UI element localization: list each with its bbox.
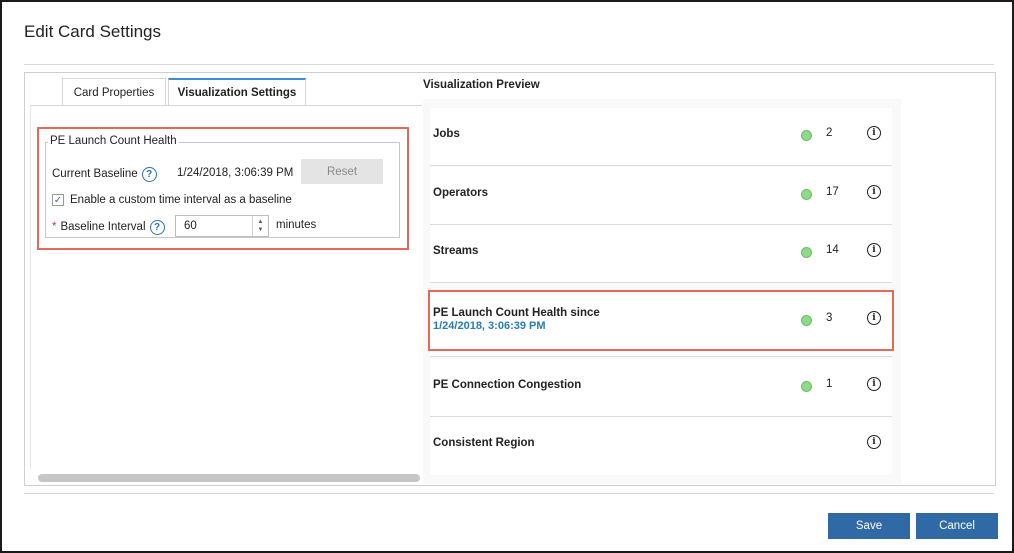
card-count: 2 — [826, 127, 833, 139]
list-item: Operators 17 i — [430, 167, 892, 225]
card-label: PE Connection Congestion — [433, 379, 582, 391]
cancel-button[interactable]: Cancel — [916, 513, 998, 539]
stepper-down-icon[interactable]: ▼ — [258, 226, 264, 234]
reset-button[interactable]: Reset — [301, 159, 383, 184]
current-baseline-row: Current Baseline ? — [52, 162, 157, 186]
info-icon[interactable]: i — [867, 377, 881, 391]
custom-interval-checkbox[interactable]: ✓ — [52, 194, 64, 206]
list-item: PE Connection Congestion 1 i — [430, 359, 892, 417]
highlight-box — [428, 290, 894, 351]
save-button[interactable]: Save — [828, 513, 910, 539]
card-count: 1 — [826, 378, 833, 390]
help-icon[interactable]: ? — [141, 166, 157, 182]
card-label: Operators — [433, 187, 488, 199]
custom-interval-label[interactable]: Enable a custom time interval as a basel… — [70, 194, 292, 206]
list-item: Streams 14 i — [430, 225, 892, 283]
card-label: Streams — [433, 245, 479, 257]
dialog-content: Card Properties Visualization Settings P… — [24, 72, 996, 486]
edit-card-settings-dialog: Edit Card Settings Card Properties Visua… — [0, 0, 1014, 553]
tab-card-properties[interactable]: Card Properties — [62, 78, 166, 106]
baseline-interval-row: * Baseline Interval ? — [52, 216, 165, 238]
baseline-interval-label: Baseline Interval — [60, 221, 146, 233]
preview-title: Visualization Preview — [423, 79, 540, 91]
baseline-interval-input[interactable]: 60 ▲ ▼ — [175, 215, 269, 237]
status-indicator-icon — [801, 381, 812, 392]
dialog-title: Edit Card Settings — [24, 22, 162, 41]
settings-pane: Card Properties Visualization Settings P… — [30, 78, 422, 482]
card-count: 17 — [826, 186, 839, 198]
status-indicator-icon — [801, 189, 812, 200]
card-label: Jobs — [433, 128, 460, 140]
custom-interval-row: ✓ Enable a custom time interval as a bas… — [52, 194, 292, 206]
current-baseline-label: Current Baseline — [52, 168, 138, 180]
stepper-up-icon[interactable]: ▲ — [258, 218, 264, 226]
help-icon[interactable]: ? — [149, 219, 165, 235]
interval-stepper[interactable]: ▲ ▼ — [252, 216, 268, 236]
card-count: 14 — [826, 244, 839, 256]
info-icon[interactable]: i — [867, 185, 881, 199]
tab-visualization-settings[interactable]: Visualization Settings — [168, 78, 306, 106]
info-icon[interactable]: i — [867, 126, 881, 140]
info-icon[interactable]: i — [867, 243, 881, 257]
status-indicator-icon — [801, 130, 812, 141]
horizontal-scrollbar[interactable] — [38, 474, 420, 482]
required-marker: * — [52, 221, 57, 233]
fieldset-legend: PE Launch Count Health — [48, 135, 179, 147]
footer-divider — [24, 493, 994, 494]
info-icon[interactable]: i — [867, 435, 881, 449]
title-divider — [24, 64, 994, 65]
baseline-interval-value: 60 — [184, 220, 197, 232]
current-baseline-value: 1/24/2018, 3:06:39 PM — [177, 167, 294, 179]
list-item: Jobs 2 i — [430, 108, 892, 166]
card-label: Consistent Region — [433, 437, 535, 449]
interval-unit-label: minutes — [276, 219, 317, 231]
checkmark-icon: ✓ — [53, 194, 63, 206]
list-item: Consistent Region i — [430, 417, 892, 475]
status-indicator-icon — [801, 247, 812, 258]
